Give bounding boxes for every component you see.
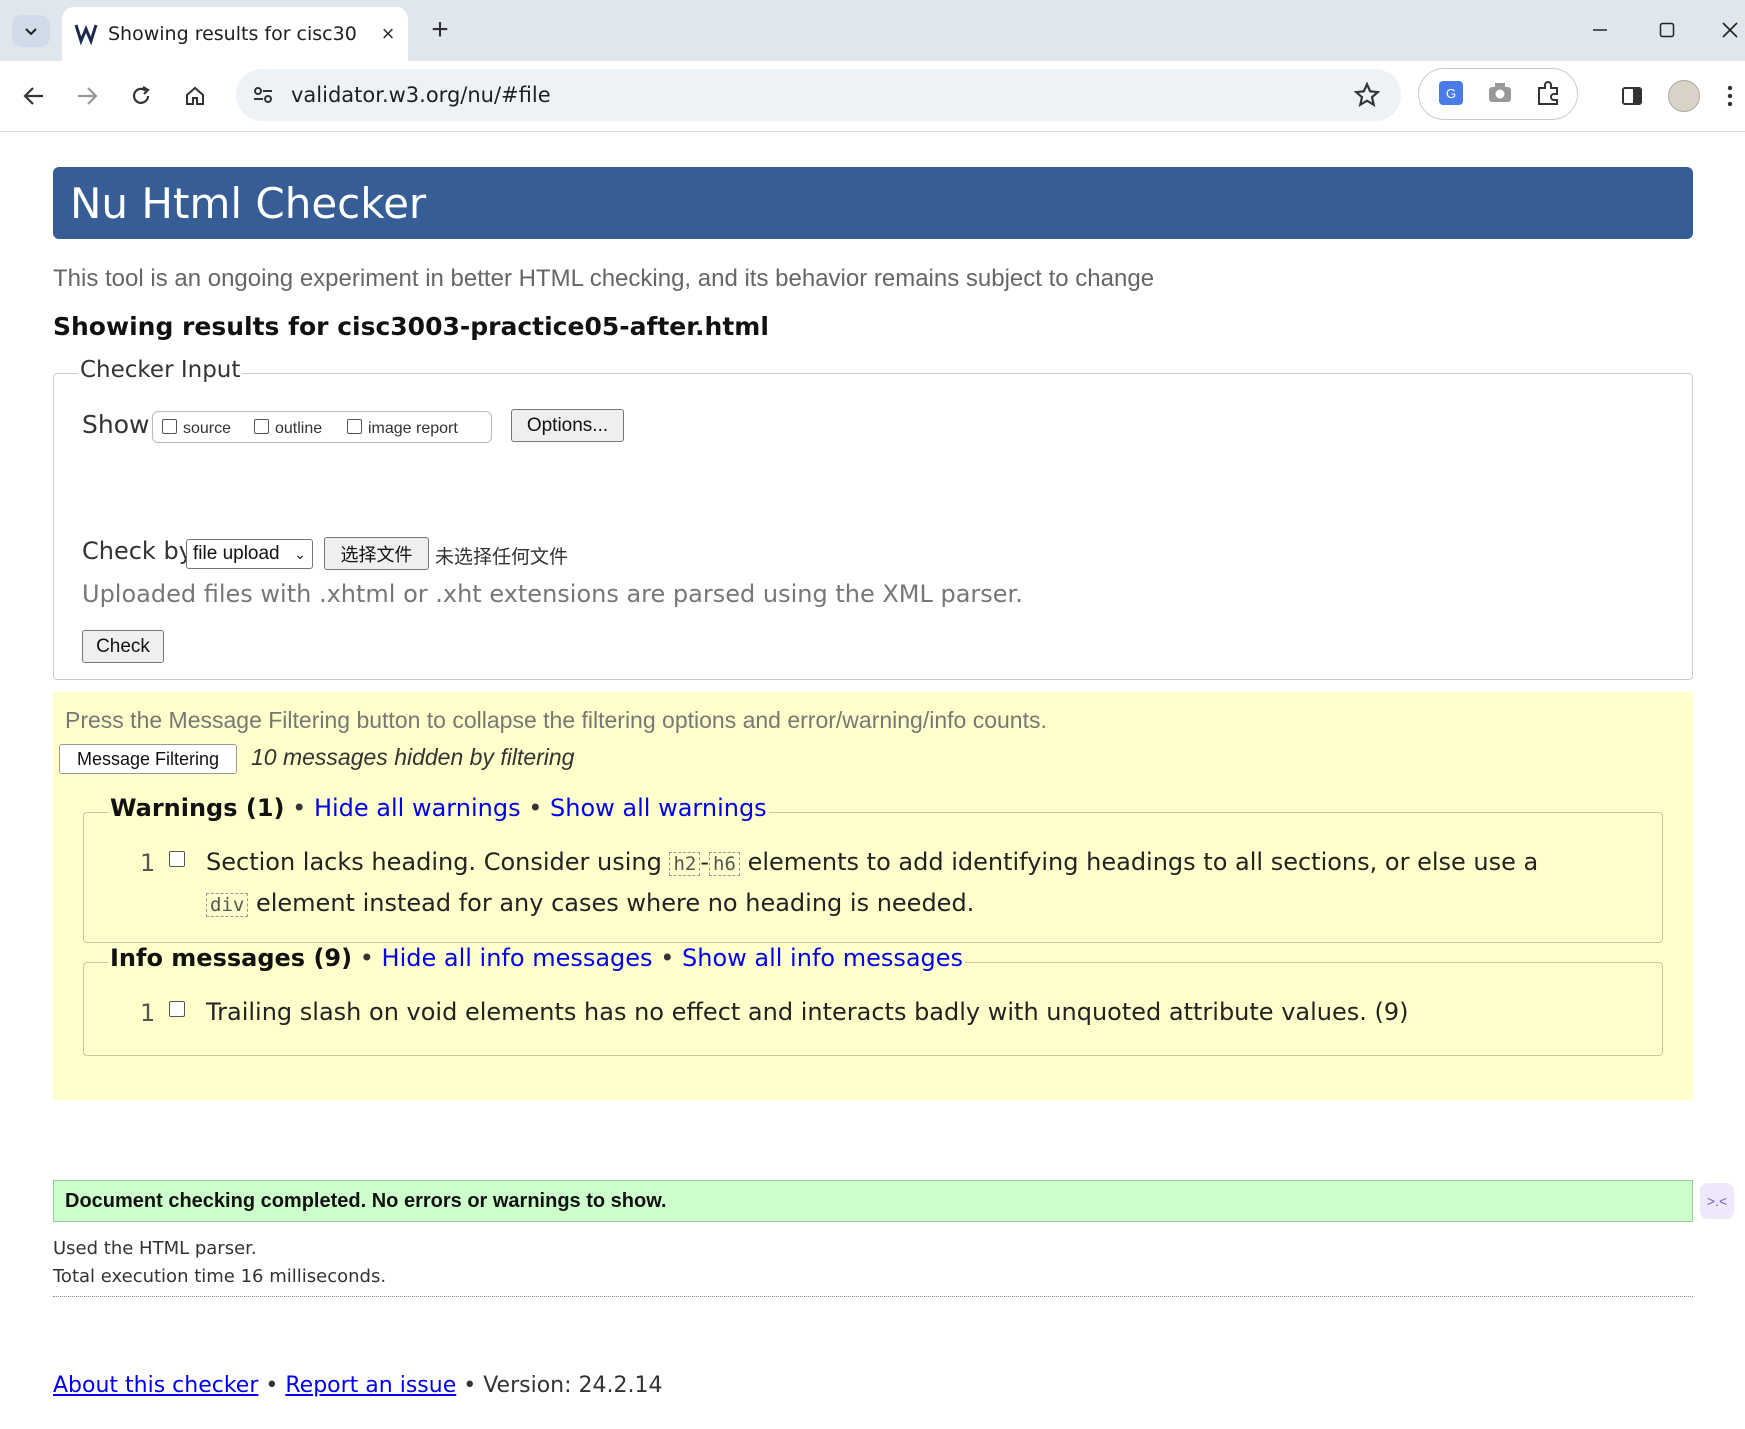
success-message: Document checking completed. No errors o…: [65, 1190, 667, 1212]
info-message: Trailing slash on void elements has no e…: [206, 998, 1409, 1026]
divider: [53, 1296, 1693, 1297]
filtering-note: Press the Message Filtering button to co…: [65, 707, 1047, 733]
outline-label[interactable]: outline: [275, 420, 322, 438]
code-h2: h2: [669, 852, 701, 876]
info-legend: Info messages (9) • Hide all info messag…: [108, 944, 966, 972]
extensions-group: G: [1418, 68, 1578, 120]
warning-item-checkbox[interactable]: [169, 851, 185, 867]
camera-extension-icon[interactable]: [1487, 81, 1513, 105]
hide-all-info-link[interactable]: Hide all info messages: [382, 944, 653, 972]
results-heading: Showing results for cisc3003-practice05-…: [53, 312, 769, 341]
bookmark-star-icon[interactable]: [1354, 82, 1380, 108]
info-messages-group: Info messages (9) • Hide all info messag…: [83, 944, 1663, 1056]
browser-toolbar: validator.w3.org/nu/#file G: [0, 61, 1745, 132]
checker-input-fieldset: Checker Input Show source outline image …: [53, 357, 1693, 680]
code-h6: h6: [709, 852, 740, 876]
chevron-down-icon: [25, 28, 37, 36]
back-icon[interactable]: [16, 78, 52, 114]
warning-item-number: 1: [140, 849, 156, 877]
close-tab-icon[interactable]: ×: [374, 20, 402, 48]
info-heading: Info messages (9): [110, 944, 353, 972]
maximize-icon[interactable]: [1647, 12, 1687, 48]
image-report-checkbox[interactable]: [347, 419, 362, 434]
show-options-group: source outline image report: [152, 411, 492, 443]
new-tab-button[interactable]: +: [424, 13, 456, 46]
url-text: validator.w3.org/nu/#file: [291, 83, 551, 107]
page-content: Nu Html Checker This tool is an ongoing …: [0, 132, 1745, 1429]
translate-extension-icon[interactable]: G: [1439, 81, 1463, 105]
message-filtering-panel: Press the Message Filtering button to co…: [53, 692, 1693, 1100]
report-issue-link[interactable]: Report an issue: [285, 1373, 456, 1398]
site-info-icon[interactable]: [252, 84, 274, 106]
hidden-messages-count: 10 messages hidden by filtering: [251, 744, 575, 770]
info-item-checkbox[interactable]: [169, 1001, 185, 1017]
side-panel-icon[interactable]: [1614, 78, 1650, 114]
choose-file-button[interactable]: 选择文件: [324, 537, 429, 570]
about-checker-link[interactable]: About this checker: [53, 1373, 258, 1398]
tab-strip: Showing results for cisc3003-practice05-…: [0, 0, 1745, 61]
chevron-down-icon: ⌄: [294, 546, 306, 562]
active-tab[interactable]: Showing results for cisc3003-practice05-…: [62, 7, 408, 61]
menu-kebab-icon[interactable]: [1720, 78, 1740, 114]
header-banner: Nu Html Checker: [53, 167, 1693, 239]
w3c-favicon-icon: [74, 24, 98, 45]
version-text: Version: 24.2.14: [483, 1373, 663, 1398]
show-all-warnings-link[interactable]: Show all warnings: [550, 794, 767, 822]
page-title: Nu Html Checker: [70, 179, 427, 228]
show-label: Show: [82, 410, 150, 439]
warning-message: Section lacks heading. Consider using h2…: [206, 848, 1539, 917]
home-icon[interactable]: [177, 78, 213, 114]
check-by-value: file upload: [193, 543, 280, 564]
warnings-group: Warnings (1) • Hide all warnings • Show …: [83, 794, 1663, 943]
intro-text: This tool is an ongoing experiment in be…: [53, 265, 1155, 292]
success-banner: Document checking completed. No errors o…: [53, 1180, 1693, 1222]
minimize-icon[interactable]: [1580, 12, 1620, 48]
options-button[interactable]: Options...: [511, 409, 624, 442]
message-filtering-button[interactable]: Message Filtering: [59, 744, 237, 774]
extensions-puzzle-icon[interactable]: [1535, 80, 1561, 106]
upload-note: Uploaded files with .xhtml or .xht exten…: [82, 580, 1023, 608]
tab-search-button[interactable]: [12, 15, 50, 47]
image-report-label[interactable]: image report: [368, 420, 458, 438]
footer: About this checker • Report an issue • V…: [53, 1373, 663, 1398]
warnings-heading: Warnings (1): [110, 794, 285, 822]
tab-title: Showing results for cisc3003-practice05-…: [108, 23, 358, 45]
close-window-icon[interactable]: [1710, 12, 1745, 48]
forward-icon[interactable]: [69, 78, 105, 114]
floating-widget-icon[interactable]: >.<: [1700, 1183, 1734, 1219]
checker-input-legend: Checker Input: [78, 357, 243, 383]
reload-icon[interactable]: [123, 78, 159, 114]
outline-checkbox[interactable]: [254, 419, 269, 434]
check-button[interactable]: Check: [82, 630, 164, 663]
parser-info: Used the HTML parser.: [53, 1238, 257, 1259]
hide-all-warnings-link[interactable]: Hide all warnings: [314, 794, 521, 822]
check-by-select[interactable]: file upload ⌄: [186, 539, 313, 569]
warnings-legend: Warnings (1) • Hide all warnings • Show …: [108, 794, 769, 822]
execution-time: Total execution time 16 milliseconds.: [53, 1266, 387, 1287]
address-bar[interactable]: validator.w3.org/nu/#file: [236, 69, 1401, 121]
info-item-number: 1: [140, 999, 156, 1027]
no-file-text: 未选择任何文件: [435, 546, 569, 568]
check-by-label: Check by: [82, 537, 193, 565]
show-all-info-link[interactable]: Show all info messages: [682, 944, 963, 972]
source-checkbox[interactable]: [162, 419, 177, 434]
source-label[interactable]: source: [183, 420, 231, 438]
code-div: div: [206, 893, 249, 917]
profile-avatar-icon[interactable]: [1666, 78, 1702, 114]
